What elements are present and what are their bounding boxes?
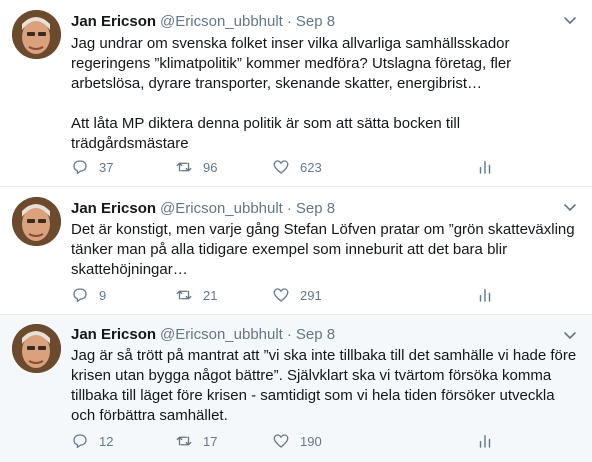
like-count: 623 [300,159,322,175]
tweet-actions: 9 21 291 [71,284,501,306]
retweet-button[interactable]: 96 [175,156,217,178]
tweet-date[interactable]: Sep 8 [296,326,335,343]
tweet-actions: 37 96 623 [71,156,501,178]
tweet-text: Jag är så trött på mantrat att ”vi ska i… [71,346,581,426]
like-button[interactable]: 291 [272,284,322,306]
tweet-line: skattehöjningar… [71,261,188,278]
tweet-line: arbetslösa, dyrare transporter, skenande… [71,75,483,92]
tweet-date[interactable]: Sep 8 [296,13,335,30]
retweet-button[interactable]: 21 [175,284,217,306]
tweet-line: regeringens ”klimatpolitik” kommer medfö… [71,55,512,72]
tweet[interactable]: Jan Ericson @Ericson_ubbhult · Sep 8 Jag un… [0,0,592,187]
tweet-line: tillbaka till läget före krisen - samtid… [71,387,555,404]
tweet-line: trädgårdsmästare [71,135,189,152]
tweet-date[interactable]: Sep 8 [296,200,335,217]
avatar[interactable] [12,10,61,59]
like-button[interactable]: 623 [272,156,322,178]
reply-icon [73,434,87,449]
tweet-text: Jag undrar om svenska folket inser vilka… [71,34,581,154]
retweet-count: 21 [203,287,218,303]
tweet-actions: 12 17 190 [71,430,501,452]
avatar[interactable] [12,324,61,373]
reply-icon [73,160,87,175]
reply-button[interactable]: 12 [71,430,113,452]
analytics-icon [479,161,491,174]
tweet-line: Jag undrar om svenska folket inser vilka… [71,35,510,52]
separator: · [286,200,292,217]
separator: · [286,326,292,343]
author-name[interactable]: Jan Ericson [71,13,156,30]
heart-icon [273,160,289,174]
reply-button[interactable]: 37 [71,156,113,178]
analytics-button[interactable] [476,156,494,178]
reply-count: 9 [99,287,107,303]
tweet-line: Jag är så trött på mantrat att ”vi ska i… [71,347,577,364]
retweet-count: 17 [203,433,218,449]
tweet-line: Att låta MP diktera denna politik är som… [71,115,461,132]
retweet-icon [176,436,192,446]
avatar[interactable] [12,197,61,246]
tweet[interactable]: Jan Ericson @Ericson_ubbhult · Sep 8 Det är… [0,187,592,315]
like-count: 291 [300,287,322,303]
like-button[interactable]: 190 [272,430,322,452]
tweet-header: Jan Ericson @Ericson_ubbhult · Sep 8 [71,12,335,32]
author-handle[interactable]: @Ericson_ubbhult [160,326,283,343]
tweet-text: Det är konstigt, men varje gång Stefan L… [71,220,581,280]
analytics-icon [479,435,491,448]
heart-icon [273,434,289,448]
author-name[interactable]: Jan Ericson [71,200,156,217]
tweet-line: och förbättra samhället. [71,407,228,424]
analytics-button[interactable] [476,430,494,452]
like-count: 190 [300,433,322,449]
separator: · [286,13,292,30]
analytics-button[interactable] [476,284,494,306]
heart-icon [273,288,289,302]
timeline-feed: Jan Ericson @Ericson_ubbhult · Sep 8 Jag un… [0,0,592,462]
retweet-button[interactable]: 17 [175,430,217,452]
tweet-header: Jan Ericson @Ericson_ubbhult · Sep 8 [71,325,335,345]
author-handle[interactable]: @Ericson_ubbhult [160,200,283,217]
chevron-down-icon[interactable] [562,327,578,343]
tweet-line: krisen utan bygga något bättre”. Självkl… [71,367,552,384]
retweet-count: 96 [203,159,218,175]
reply-icon [73,288,87,303]
chevron-down-icon[interactable] [562,199,578,215]
reply-count: 37 [99,159,114,175]
author-name[interactable]: Jan Ericson [71,326,156,343]
reply-count: 12 [99,433,114,449]
tweet-header: Jan Ericson @Ericson_ubbhult · Sep 8 [71,199,335,219]
tweet[interactable]: Jan Ericson @Ericson_ubbhult · Sep 8 Jag är… [0,315,592,462]
retweet-icon [176,290,192,300]
author-handle[interactable]: @Ericson_ubbhult [160,13,283,30]
reply-button[interactable]: 9 [71,284,106,306]
analytics-icon [479,289,491,302]
tweet-line: Det är konstigt, men varje gång Stefan L… [71,221,575,238]
retweet-icon [176,162,192,172]
tweet-line: tänker man på alla tidigare exempel som … [71,241,508,258]
chevron-down-icon[interactable] [562,12,578,28]
